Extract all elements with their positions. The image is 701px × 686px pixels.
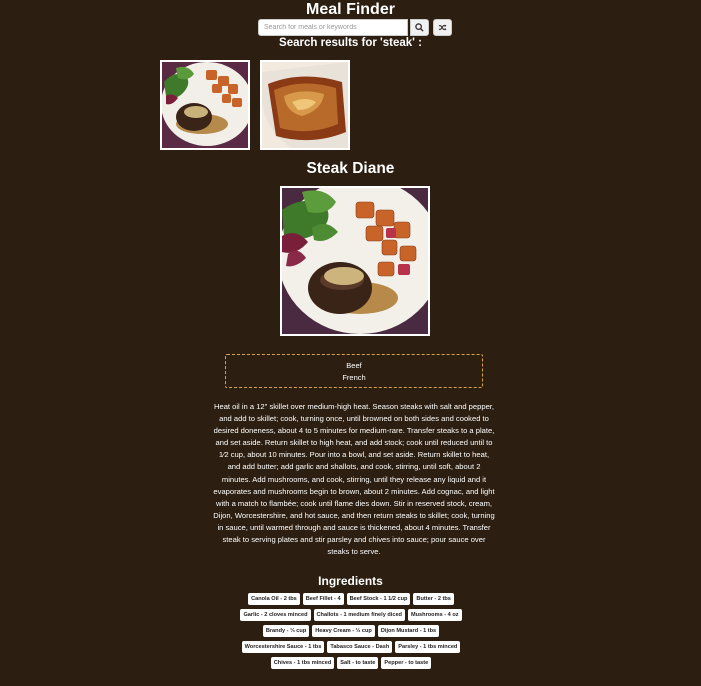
- meal-category: Beef: [346, 361, 362, 370]
- meal-thumbnail-image: [162, 62, 248, 148]
- ingredient-item: Beef Stock - 1 1/2 cup: [346, 593, 411, 605]
- ingredient-item: Brandy - ⅓ cup: [262, 625, 310, 637]
- search-results-heading: Search results for 'steak' :: [279, 37, 422, 49]
- meal-thumbnail-image: [262, 62, 348, 148]
- search-form: [258, 19, 452, 36]
- meal-info-box: Beef French: [225, 354, 483, 388]
- ingredient-item: Heavy Cream - ⅓ cup: [312, 625, 375, 637]
- ingredient-item: Pepper - to taste: [381, 657, 432, 669]
- search-icon: [415, 23, 424, 32]
- steak-diane-thumbnail[interactable]: [160, 60, 250, 150]
- meal-title: Steak Diane: [306, 160, 395, 177]
- ingredient-item: Garlic - 2 cloves minced: [240, 609, 311, 621]
- meal-instructions: Heat oil in a 12" skillet over medium-hi…: [213, 402, 495, 557]
- search-input[interactable]: [258, 19, 408, 36]
- ingredient-item: Chives - 1 tbs minced: [270, 657, 335, 669]
- search-button[interactable]: [410, 19, 429, 36]
- steak-pie-thumbnail[interactable]: [260, 60, 350, 150]
- ingredients-heading: Ingredients: [318, 574, 383, 588]
- ingredient-item: Tabasco Sauce - Dash: [327, 641, 393, 653]
- ingredient-item: Dijon Mustard - 1 tbs: [377, 625, 440, 637]
- ingredient-item: Challots - 1 medium finely diced: [313, 609, 405, 621]
- meal-area: French: [342, 373, 366, 382]
- ingredient-item: Beef Fillet - 4: [302, 593, 344, 605]
- ingredients-list: Canola Oil - 2 tbs Beef Fillet - 4 Beef …: [228, 593, 474, 669]
- random-meal-button[interactable]: [433, 19, 452, 36]
- meal-image: [280, 186, 430, 336]
- app-title: Meal Finder: [306, 1, 395, 18]
- shuffle-icon: [438, 24, 447, 31]
- ingredient-item: Salt - to taste: [337, 657, 379, 669]
- ingredient-item: Canola Oil - 2 tbs: [248, 593, 300, 605]
- ingredient-item: Mushrooms - 4 oz: [407, 609, 462, 621]
- ingredient-item: Parsley - 1 tbs minced: [395, 641, 461, 653]
- ingredient-item: Worcestershire Sauce - 1 tbs: [241, 641, 325, 653]
- ingredient-item: Butter - 2 tbs: [413, 593, 454, 605]
